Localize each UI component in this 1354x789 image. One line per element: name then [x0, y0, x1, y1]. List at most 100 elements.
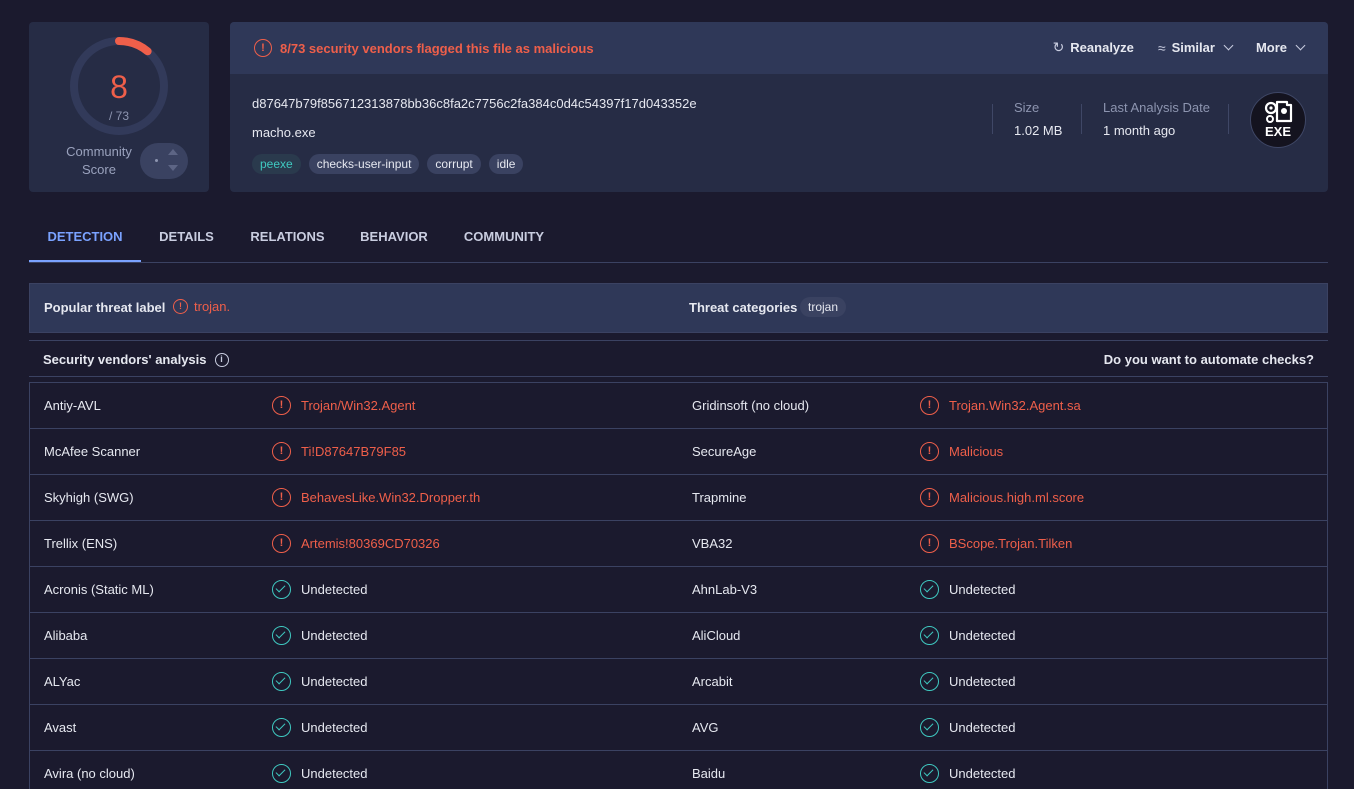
vendor-name: SecureAge	[692, 444, 757, 459]
vendor-name: McAfee Scanner	[44, 444, 141, 459]
date-label: Last Analysis Date	[1103, 100, 1210, 115]
vendor-name: AhnLab-V3	[692, 582, 758, 597]
table-row: Trellix (ENS)! Artemis!80369CD70326 VBA32!…	[30, 521, 1327, 567]
file-tags: peexe checks-user-input corrupt idle	[252, 154, 524, 174]
tab-community[interactable]: COMMUNITY	[454, 214, 554, 262]
table-row: Avira (no cloud) Undetected Baidu Undetecte…	[30, 751, 1327, 789]
check-circle-icon	[920, 580, 939, 599]
vendor-result-text: Trojan.Win32.Agent.sa	[949, 398, 1081, 413]
reanalyze-label: Reanalyze	[1070, 40, 1134, 55]
vendor-name: Acronis (Static ML)	[44, 582, 154, 597]
vendor-name: Trapmine	[692, 490, 747, 505]
tab-behavior[interactable]: BEHAVIOR	[350, 214, 438, 262]
vendor-result-text: Undetected	[301, 720, 368, 735]
vendor-result: Undetected	[920, 764, 1016, 783]
popular-threat-label-value: trojan.	[194, 299, 231, 314]
check-circle-icon	[920, 764, 939, 783]
refresh-icon: ↻	[1052, 39, 1065, 55]
similar-dropdown[interactable]: ≈ Similar	[1157, 39, 1234, 56]
alert-icon: !	[272, 396, 291, 415]
tab-relations[interactable]: RELATIONS	[240, 214, 335, 262]
vendor-result: ! Malicious.high.ml.score	[920, 488, 1084, 507]
file-actions: ↻ Reanalyze ≈ Similar More	[1053, 39, 1306, 56]
vendor-result: Undetected	[272, 580, 368, 599]
tab-bar: DETECTION DETAILS RELATIONS BEHAVIOR COM…	[29, 214, 1328, 263]
community-label-line2: Score	[82, 162, 116, 177]
vendor-name: ALYac	[44, 674, 81, 689]
file-type-label: EXE	[1264, 124, 1291, 139]
vendors-title-text: Security vendors' analysis	[43, 352, 207, 367]
vendor-result: ! Ti!D87647B79F85	[272, 442, 406, 461]
threat-category-tag[interactable]: trojan	[800, 297, 847, 317]
automate-checks-link[interactable]: Do you want to automate checks?	[1104, 352, 1314, 367]
tab-detection[interactable]: DETECTION	[29, 214, 141, 262]
vendor-name: VBA32	[692, 536, 733, 551]
size-value: 1.02 MB	[1014, 123, 1063, 138]
check-circle-icon	[272, 764, 291, 783]
vendor-name: AVG	[692, 720, 719, 735]
vendor-name: Trellix (ENS)	[44, 536, 118, 551]
vendor-name: Baidu	[692, 766, 726, 781]
alert-text: 8/73 security vendors flagged this file …	[280, 40, 594, 56]
vendor-result: Undetected	[272, 718, 368, 737]
alert-icon: !	[920, 442, 939, 461]
vendor-result-text: BScope.Trojan.Tilken	[949, 536, 1073, 551]
similar-label: Similar	[1171, 40, 1215, 55]
alert-icon: !	[173, 299, 188, 314]
vendor-result: ! Trojan.Win32.Agent.sa	[920, 396, 1081, 415]
file-summary-header: ! 8/73 security vendors flagged this fil…	[230, 22, 1328, 74]
tag[interactable]: checks-user-input	[308, 154, 420, 174]
detections-count: 8	[110, 69, 128, 105]
tag[interactable]: idle	[488, 154, 524, 174]
vendor-name: Avira (no cloud)	[44, 766, 135, 781]
tag[interactable]: corrupt	[427, 154, 481, 174]
vendor-result-text: BehavesLike.Win32.Dropper.th	[301, 490, 481, 505]
vendor-result: ! Malicious	[920, 442, 1003, 461]
vote-down-icon[interactable]	[168, 165, 178, 171]
last-analysis-date: Last Analysis Date 1 month ago	[1103, 100, 1210, 138]
vendor-result-text: Malicious.high.ml.score	[949, 490, 1085, 505]
alert-icon: !	[920, 396, 939, 415]
vendor-name: Gridinsoft (no cloud)	[692, 398, 810, 413]
vendor-name: Skyhigh (SWG)	[44, 490, 134, 505]
check-circle-icon	[920, 626, 939, 645]
table-row: McAfee Scanner! Ti!D87647B79F85 SecureAge!…	[30, 429, 1327, 475]
more-dropdown[interactable]: More	[1256, 40, 1306, 55]
vendor-result: Undetected	[272, 764, 368, 783]
vendor-result-text: Undetected	[949, 628, 1016, 643]
date-value: 1 month ago	[1103, 123, 1176, 138]
size-label: Size	[1014, 100, 1040, 115]
alert-icon: !	[920, 488, 939, 507]
vendor-name: Antiy-AVL	[44, 398, 101, 413]
threat-summary: Popular threat label ! trojan. Threat ca…	[29, 283, 1328, 333]
community-score-value	[155, 159, 158, 162]
tag[interactable]: peexe	[252, 154, 301, 174]
vendor-result-text: Trojan/Win32.Agent	[301, 398, 416, 413]
vendor-name: AliCloud	[692, 628, 741, 643]
threat-categories-title: Threat categories	[689, 300, 798, 315]
divider	[1081, 104, 1082, 134]
table-row: Alibaba Undetected AliCloud Undetected	[30, 613, 1327, 659]
info-icon[interactable]: i	[214, 352, 229, 367]
chevron-down-icon	[1223, 40, 1234, 51]
vendor-result-text: Undetected	[301, 766, 368, 781]
alert-icon: !	[272, 534, 291, 553]
reanalyze-button[interactable]: ↻ Reanalyze	[1053, 39, 1134, 56]
popular-threat-label[interactable]: ! trojan.	[173, 299, 230, 314]
vendor-result-text: Undetected	[949, 582, 1016, 597]
vendor-result: ! Trojan/Win32.Agent	[272, 396, 415, 415]
vendor-result: Undetected	[272, 626, 368, 645]
vendor-result-text: Artemis!80369CD70326	[301, 536, 440, 551]
vendor-result: Undetected	[272, 672, 368, 691]
table-row: ALYac Undetected Arcabit Undetected	[30, 659, 1327, 705]
vendor-result-text: Undetected	[949, 674, 1016, 689]
vendor-result-text: Undetected	[301, 582, 368, 597]
check-circle-icon	[920, 672, 939, 691]
community-vote-control[interactable]	[140, 143, 188, 179]
malicious-alert: ! 8/73 security vendors flagged this fil…	[254, 39, 594, 57]
tab-details[interactable]: DETAILS	[148, 214, 225, 262]
vote-up-icon[interactable]	[168, 149, 178, 155]
file-hash[interactable]: d87647b79f856712313878bb36c8fa2c7756c2fa…	[252, 96, 697, 111]
similar-icon: ≈	[1157, 39, 1166, 56]
vendor-result-text: Ti!D87647B79F85	[301, 444, 407, 459]
